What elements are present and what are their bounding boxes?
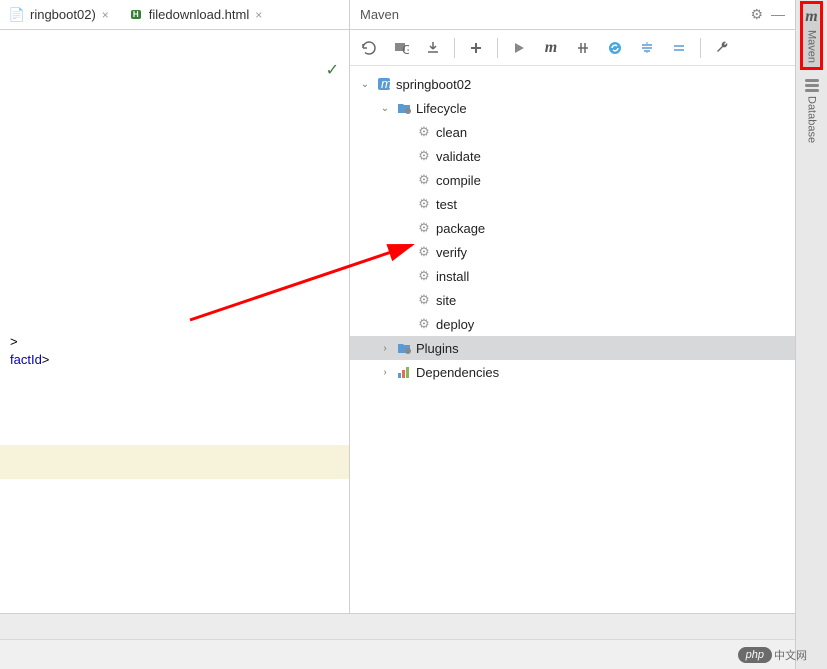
- tree-label: verify: [436, 245, 467, 260]
- watermark: php 中文网: [738, 647, 807, 663]
- refresh-button[interactable]: [358, 37, 380, 59]
- tree-goal-validate[interactable]: ⚙ validate: [350, 144, 795, 168]
- module-icon: 📄: [10, 8, 24, 22]
- collapse-all-button[interactable]: [668, 37, 690, 59]
- gear-icon: ⚙: [416, 292, 432, 308]
- tree-goal-clean[interactable]: ⚙ clean: [350, 120, 795, 144]
- tree-goal-test[interactable]: ⚙ test: [350, 192, 795, 216]
- chevron-down-icon: ⌄: [358, 79, 372, 90]
- tree-label: deploy: [436, 317, 474, 332]
- gear-icon[interactable]: ⚙: [750, 6, 763, 23]
- editor-highlight: [0, 445, 349, 479]
- tree-label: Dependencies: [416, 365, 499, 380]
- tab-label: ringboot02): [30, 7, 96, 22]
- tree-label: test: [436, 197, 457, 212]
- tree-label: validate: [436, 149, 481, 164]
- gear-icon: ⚙: [416, 316, 432, 332]
- strip-label: Maven: [805, 30, 817, 63]
- add-button[interactable]: [465, 37, 487, 59]
- svg-text:m: m: [381, 77, 391, 91]
- m-button[interactable]: m: [540, 37, 562, 59]
- minimize-icon[interactable]: —: [771, 6, 785, 23]
- tree-goal-compile[interactable]: ⚙ compile: [350, 168, 795, 192]
- check-icon: ✓: [326, 60, 339, 80]
- separator: [497, 38, 498, 58]
- maven-panel: Maven ⚙ — G m ⌄ m spr: [350, 0, 795, 669]
- chevron-right-icon: ›: [378, 343, 392, 354]
- folder-icon: [396, 100, 412, 116]
- editor-tabs: 📄 ringboot02) × H filedownload.html ×: [0, 0, 349, 30]
- maven-toolbar: G m: [350, 30, 795, 66]
- tree-label: springboot02: [396, 77, 471, 92]
- bottom-bar: [0, 613, 795, 639]
- wrench-button[interactable]: [711, 37, 733, 59]
- close-icon[interactable]: ×: [102, 8, 109, 22]
- skip-tests-button[interactable]: [572, 37, 594, 59]
- database-strip-button[interactable]: Database: [803, 75, 821, 147]
- sync-button[interactable]: [604, 37, 626, 59]
- tree-plugins[interactable]: › Plugins: [350, 336, 795, 360]
- tree-goal-verify[interactable]: ⚙ verify: [350, 240, 795, 264]
- right-tool-strip: m Maven Database: [795, 0, 827, 669]
- gear-icon: ⚙: [416, 196, 432, 212]
- chevron-down-icon: ⌄: [378, 103, 392, 114]
- html-icon: H: [129, 8, 143, 22]
- separator: [700, 38, 701, 58]
- code-content: > factId>: [0, 333, 59, 369]
- watermark-text: 中文网: [774, 647, 807, 663]
- tab-html-file[interactable]: H filedownload.html ×: [119, 0, 272, 29]
- tree-goal-deploy[interactable]: ⚙ deploy: [350, 312, 795, 336]
- tab-module[interactable]: 📄 ringboot02) ×: [0, 0, 119, 29]
- tree-dependencies[interactable]: › Dependencies: [350, 360, 795, 384]
- tree-label: clean: [436, 125, 467, 140]
- tree-label: site: [436, 293, 456, 308]
- run-button[interactable]: [508, 37, 530, 59]
- tree-label: Plugins: [416, 341, 459, 356]
- tree-goal-package[interactable]: ⚙ package: [350, 216, 795, 240]
- gear-icon: ⚙: [416, 220, 432, 236]
- dependencies-icon: [396, 364, 412, 380]
- module-icon: m: [376, 76, 392, 92]
- gear-icon: ⚙: [416, 172, 432, 188]
- tree-label: compile: [436, 173, 481, 188]
- generate-button[interactable]: G: [390, 37, 412, 59]
- close-icon[interactable]: ×: [255, 8, 262, 22]
- gear-icon: ⚙: [416, 244, 432, 260]
- chevron-right-icon: ›: [378, 367, 392, 378]
- footer-bar: [0, 639, 795, 669]
- maven-strip-button[interactable]: m Maven: [803, 4, 819, 67]
- tree-label: package: [436, 221, 485, 236]
- editor-body[interactable]: ✓ > factId>: [0, 30, 349, 669]
- tree-goal-install[interactable]: ⚙ install: [350, 264, 795, 288]
- gear-icon: ⚙: [416, 124, 432, 140]
- tree-label: Lifecycle: [416, 101, 467, 116]
- expand-all-button[interactable]: [636, 37, 658, 59]
- svg-text:G: G: [402, 42, 409, 56]
- strip-label: Database: [806, 96, 818, 143]
- separator: [454, 38, 455, 58]
- panel-header: Maven ⚙ —: [350, 0, 795, 30]
- tree-label: install: [436, 269, 469, 284]
- tree-lifecycle[interactable]: ⌄ Lifecycle: [350, 96, 795, 120]
- download-button[interactable]: [422, 37, 444, 59]
- editor-pane: 📄 ringboot02) × H filedownload.html × ✓ …: [0, 0, 350, 669]
- folder-icon: [396, 340, 412, 356]
- php-badge: php: [738, 647, 772, 663]
- tab-label: filedownload.html: [149, 7, 249, 22]
- gear-icon: ⚙: [416, 268, 432, 284]
- panel-title: Maven: [360, 7, 750, 22]
- tree-root[interactable]: ⌄ m springboot02: [350, 72, 795, 96]
- gear-icon: ⚙: [416, 148, 432, 164]
- tree-goal-site[interactable]: ⚙ site: [350, 288, 795, 312]
- maven-tree: ⌄ m springboot02 ⌄ Lifecycle ⚙ clean ⚙ v…: [350, 66, 795, 669]
- maven-m-icon: m: [805, 8, 817, 26]
- database-icon: [805, 79, 819, 92]
